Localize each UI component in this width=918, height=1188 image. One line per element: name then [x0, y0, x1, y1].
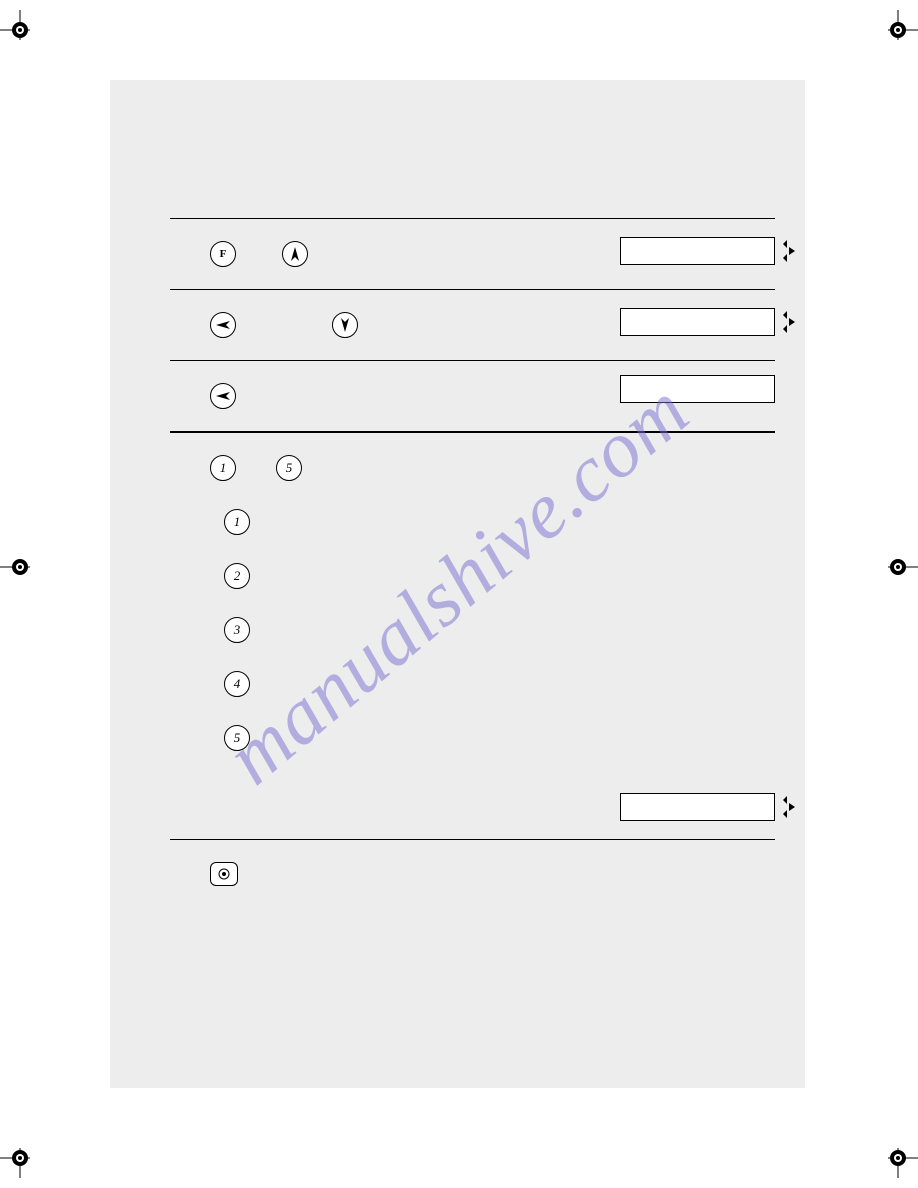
nav-arrows-icon	[779, 310, 797, 334]
step-row-2	[110, 290, 805, 360]
crop-mark-mid-left	[0, 547, 40, 587]
crop-mark-top-right	[878, 10, 918, 50]
step-row-5	[110, 840, 805, 908]
display-field	[620, 308, 775, 336]
settings-button-icon	[210, 862, 238, 886]
step-row-4: 1 5 1 2 3 4 5	[110, 433, 805, 839]
number-4-icon: 4	[224, 671, 250, 697]
number-5-icon: 5	[276, 455, 302, 481]
dial-arrow-icon	[210, 312, 236, 338]
step-row-1: F	[110, 219, 805, 289]
step-row-3	[110, 361, 805, 431]
number-2-icon: 2	[224, 563, 250, 589]
nav-arrows-icon	[779, 795, 797, 819]
pointer-up-icon	[282, 241, 308, 267]
number-5-icon: 5	[224, 725, 250, 751]
number-1-icon: 1	[224, 509, 250, 535]
number-1-icon: 1	[210, 455, 236, 481]
pointer-down-icon	[332, 312, 358, 338]
number-3-icon: 3	[224, 617, 250, 643]
display-field	[620, 237, 775, 265]
display-field	[620, 793, 775, 821]
display-field	[620, 375, 775, 403]
manual-page: manualshive.com F	[110, 80, 805, 1088]
crop-mark-bottom-left	[0, 1138, 40, 1178]
dial-arrow-icon	[210, 383, 236, 409]
crop-mark-top-left	[0, 10, 40, 50]
crop-mark-bottom-right	[878, 1138, 918, 1178]
nav-arrows-icon	[779, 239, 797, 263]
crop-mark-mid-right	[878, 547, 918, 587]
f-button-icon: F	[210, 241, 236, 267]
